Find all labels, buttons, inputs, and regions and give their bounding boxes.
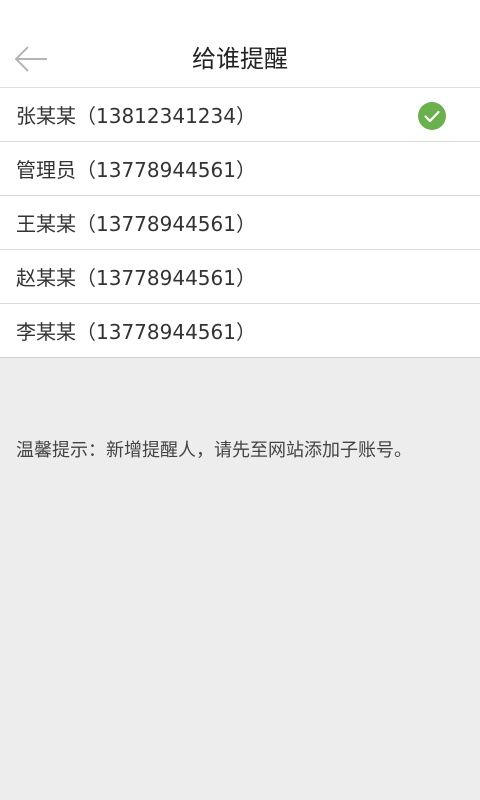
recipient-label: 李某某（13778944561） (16, 320, 256, 344)
recipient-row-5[interactable]: 李某某（13778944561） (0, 304, 480, 358)
recipient-row-2[interactable]: 管理员（13778944561） (0, 142, 480, 196)
recipient-row-1[interactable]: 张某某（13812341234） (0, 88, 480, 142)
recipient-label: 管理员（13778944561） (16, 158, 256, 182)
recipient-row-4[interactable]: 赵某某（13778944561） (0, 250, 480, 304)
recipient-row-3[interactable]: 王某某（13778944561） (0, 196, 480, 250)
check-circle-icon (418, 102, 446, 130)
tip-text: 温馨提示：新增提醒人，请先至网站添加子账号。 (16, 440, 412, 461)
header-bar: 给谁提醒 (0, 0, 480, 88)
recipient-label: 张某某（13812341234） (16, 104, 256, 128)
recipient-list: 张某某（13812341234） 管理员（13778944561） 王某某（13… (0, 88, 480, 358)
page-title: 给谁提醒 (192, 45, 288, 73)
recipient-label: 赵某某（13778944561） (16, 266, 256, 290)
recipient-label: 王某某（13778944561） (16, 212, 256, 236)
